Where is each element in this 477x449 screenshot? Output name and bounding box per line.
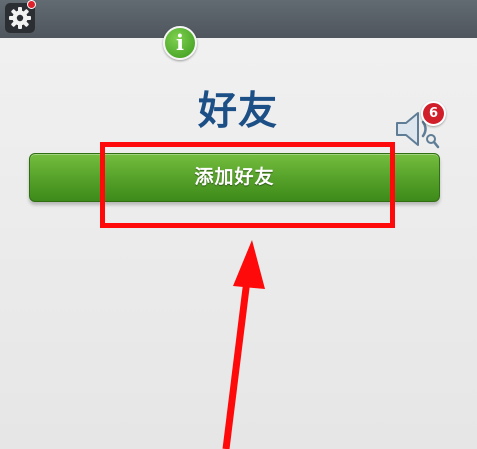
red-arrow-icon [222, 240, 265, 449]
